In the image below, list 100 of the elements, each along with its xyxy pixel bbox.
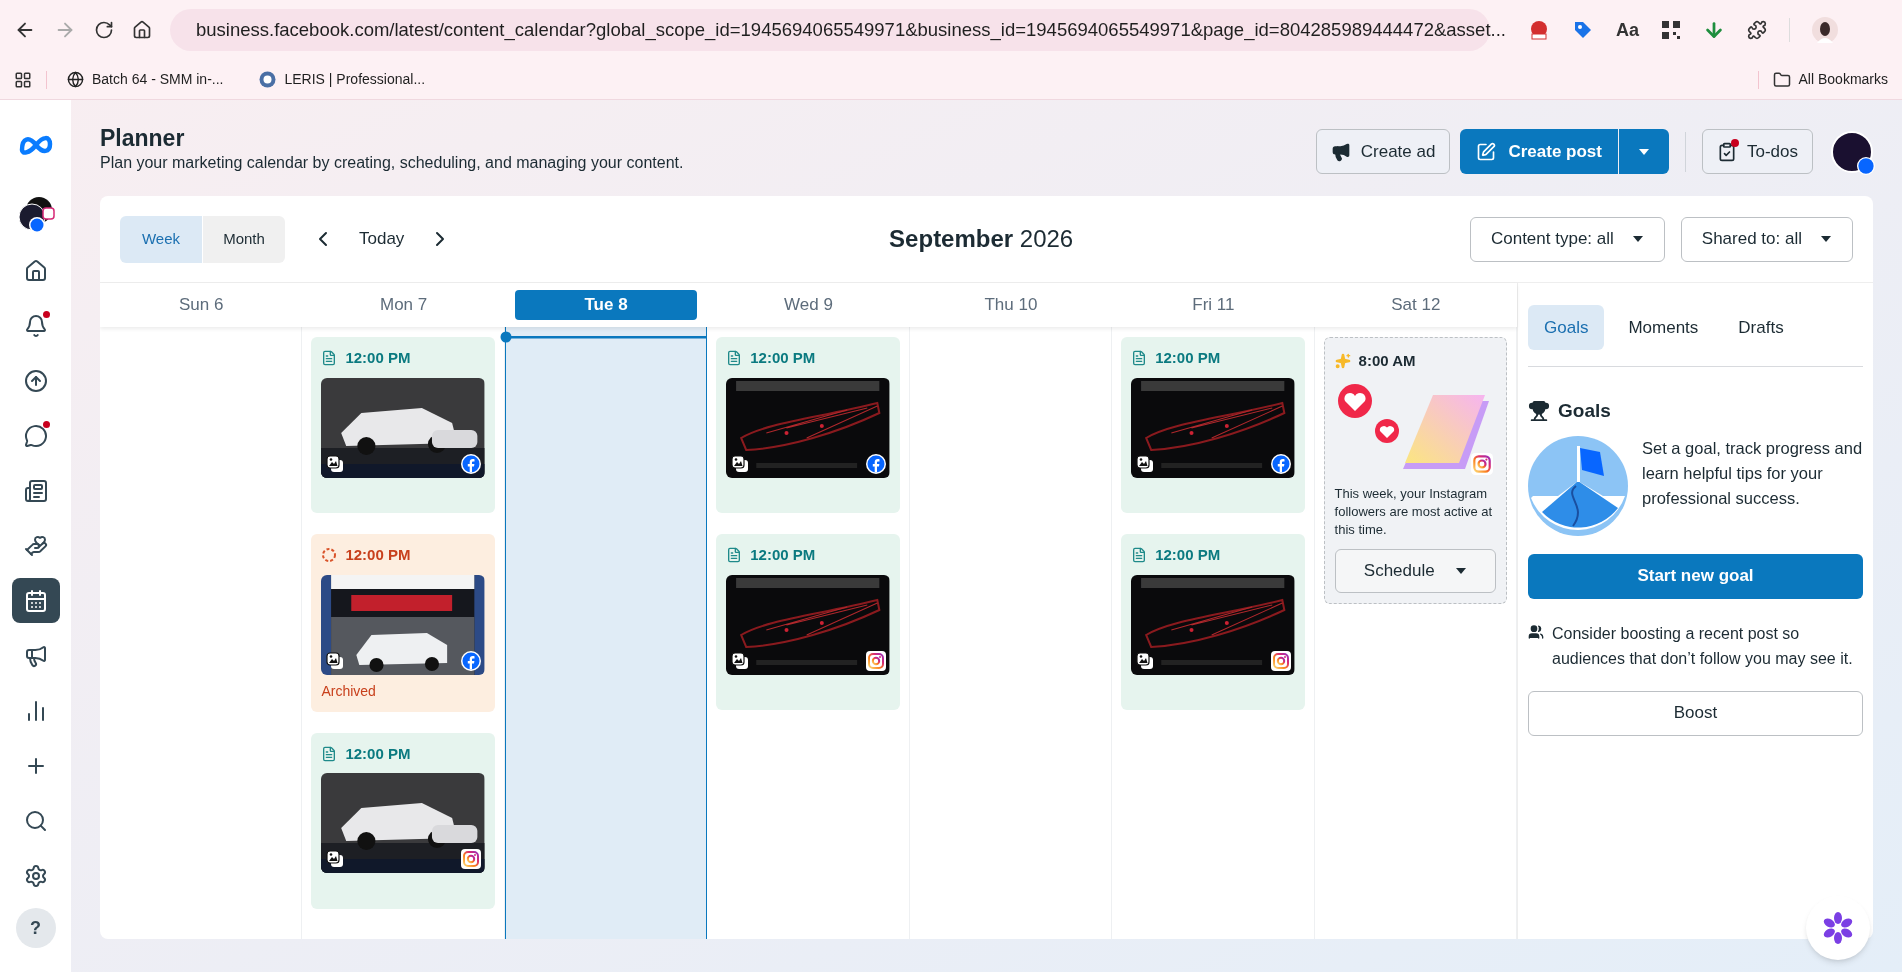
caret-icon (1454, 566, 1467, 575)
caret-icon (1637, 147, 1650, 156)
post-card[interactable]: 12:00 PM (1121, 337, 1305, 513)
post-time: 8:00 AM (1358, 351, 1416, 371)
day-header: Sun 6 (178, 294, 225, 317)
panel-tab[interactable]: Drafts (1722, 305, 1800, 350)
post-time: 12:00 PM (1155, 545, 1221, 565)
day-header: Thu 10 (983, 294, 1039, 317)
post-time: 12:00 PM (345, 348, 411, 368)
post-icon (1131, 350, 1148, 367)
post-card[interactable]: 12:00 PM (1121, 534, 1305, 710)
caret-icon (1820, 235, 1832, 243)
bookmark-label: All Bookmarks (1798, 70, 1888, 89)
month-title: September 2026 (889, 224, 1074, 254)
day-header: Fri 11 (1191, 294, 1236, 317)
goal-description: Set a goal, track progress and learn helpful tips for your professional success. (1642, 437, 1863, 509)
megaphone-icon (1330, 141, 1351, 162)
settings-icon (23, 863, 48, 888)
create-post-button[interactable]: Create post (1460, 129, 1618, 174)
suggestion-card[interactable]: 8:00 AM This week, your Instagram followers are most active at this time. Schedule (1323, 337, 1507, 604)
bookmark-item[interactable]: Batch 64 - SMM in-... (61, 69, 230, 90)
account-avatar[interactable] (16, 196, 55, 234)
extension-label[interactable]: Aa (1616, 16, 1639, 44)
loading-icon (321, 547, 338, 564)
chat-icon (23, 423, 48, 448)
to-dos-button[interactable]: To-dos (1701, 129, 1813, 174)
bookmark-item[interactable]: LERIS | Professional... (253, 69, 432, 90)
sidebar-item[interactable] (11, 578, 60, 623)
start-new-goal-button[interactable]: Start new goal (1528, 553, 1863, 599)
multiple-images-icon (325, 849, 346, 869)
tag-icon[interactable] (1572, 19, 1594, 41)
page-subtitle: Plan your marketing calendar by creating, scheduling, and managing your content. (100, 153, 684, 173)
megaphone-icon (23, 643, 48, 668)
reload-icon[interactable] (94, 20, 114, 40)
home-icon[interactable] (132, 20, 152, 40)
view-tab[interactable]: Week (120, 215, 202, 263)
search-icon (23, 808, 48, 833)
day-header: Wed 9 (783, 294, 834, 317)
download-icon[interactable] (1703, 19, 1725, 41)
notifications-icon (23, 313, 48, 338)
day-header: Tue 8 (514, 290, 698, 320)
post-card[interactable]: 12:00 PM (716, 534, 900, 710)
boost-button[interactable]: Boost (1528, 690, 1863, 736)
post-card[interactable]: 12:00 PM Archived (311, 534, 495, 712)
post-time: 12:00 PM (345, 743, 411, 764)
post-time: 12:00 PM (345, 545, 411, 565)
arrow-circle-icon (23, 368, 48, 393)
post-time: 12:00 PM (1155, 348, 1221, 368)
create-ad-button[interactable]: Create ad (1315, 129, 1451, 174)
schedule-button[interactable]: Schedule (1334, 548, 1496, 593)
goals-heading: Goals (1558, 399, 1611, 423)
day-header: Sat 12 (1390, 294, 1442, 317)
post-time: 12:00 PM (750, 348, 816, 368)
bookmark-label: Batch 64 - SMM in-... (92, 70, 224, 89)
today-button[interactable]: Today (359, 226, 405, 252)
filter-dropdown[interactable]: Shared to: all (1680, 216, 1853, 262)
post-card[interactable]: 12:00 PM (311, 732, 495, 909)
post-time: 12:00 PM (750, 545, 816, 565)
help-button[interactable]: ? (15, 908, 56, 948)
calendar-icon (23, 588, 48, 613)
trophy-icon (1528, 400, 1550, 423)
post-icon (1476, 141, 1497, 162)
post-card[interactable]: 12:00 PM (311, 337, 495, 513)
post-icon (1131, 547, 1148, 564)
bookmark-label: LERIS | Professional... (284, 70, 426, 89)
extensions-icon[interactable] (1747, 20, 1767, 40)
page-avatar[interactable] (1831, 130, 1873, 173)
suggestion-text: This week, your Instagram followers are most active at this time. (1334, 484, 1494, 539)
panel-tab[interactable]: Goals (1528, 305, 1605, 350)
view-tab[interactable]: Month (203, 215, 285, 263)
day-header: Mon 7 (379, 294, 429, 317)
site-logo-icon (259, 71, 277, 88)
multiple-images-icon (730, 453, 751, 474)
multiple-images-icon (1135, 650, 1156, 671)
folder-icon (1772, 70, 1791, 89)
profile-avatar[interactable] (1812, 17, 1838, 43)
post-status: Archived (321, 681, 377, 701)
sparkle-icon (1334, 353, 1351, 370)
qr-code-icon[interactable] (1661, 20, 1681, 40)
multiple-images-icon (325, 650, 346, 671)
people-icon (1528, 623, 1544, 640)
boost-tip: Consider boosting a recent post so audiences that don’t follow you may see it. (1552, 623, 1854, 669)
page-title: Planner (100, 124, 186, 152)
meta-logo (18, 134, 53, 156)
apps-icon[interactable] (14, 70, 32, 89)
hand-icon (23, 533, 48, 558)
post-icon (726, 547, 743, 564)
post-card[interactable]: 12:00 PM (716, 337, 900, 513)
create-post-menu-button[interactable] (1618, 129, 1669, 174)
home-icon (23, 258, 48, 283)
panel-tab[interactable]: Moments (1612, 305, 1715, 350)
multiple-images-icon (730, 650, 751, 671)
all-bookmarks-item[interactable]: All Bookmarks (1772, 69, 1888, 90)
caret-icon (1631, 235, 1644, 243)
post-icon (321, 745, 338, 762)
filter-dropdown[interactable]: Content type: all (1469, 216, 1665, 262)
multiple-images-icon (325, 453, 346, 474)
url-text: business.facebook.com/latest/content_calendar?global_scope_id=1945694065549971&business_id=1945694065549971&page_id=804285989444472&asset... (196, 18, 1506, 43)
post-icon (726, 350, 743, 367)
posts-icon (23, 478, 48, 503)
